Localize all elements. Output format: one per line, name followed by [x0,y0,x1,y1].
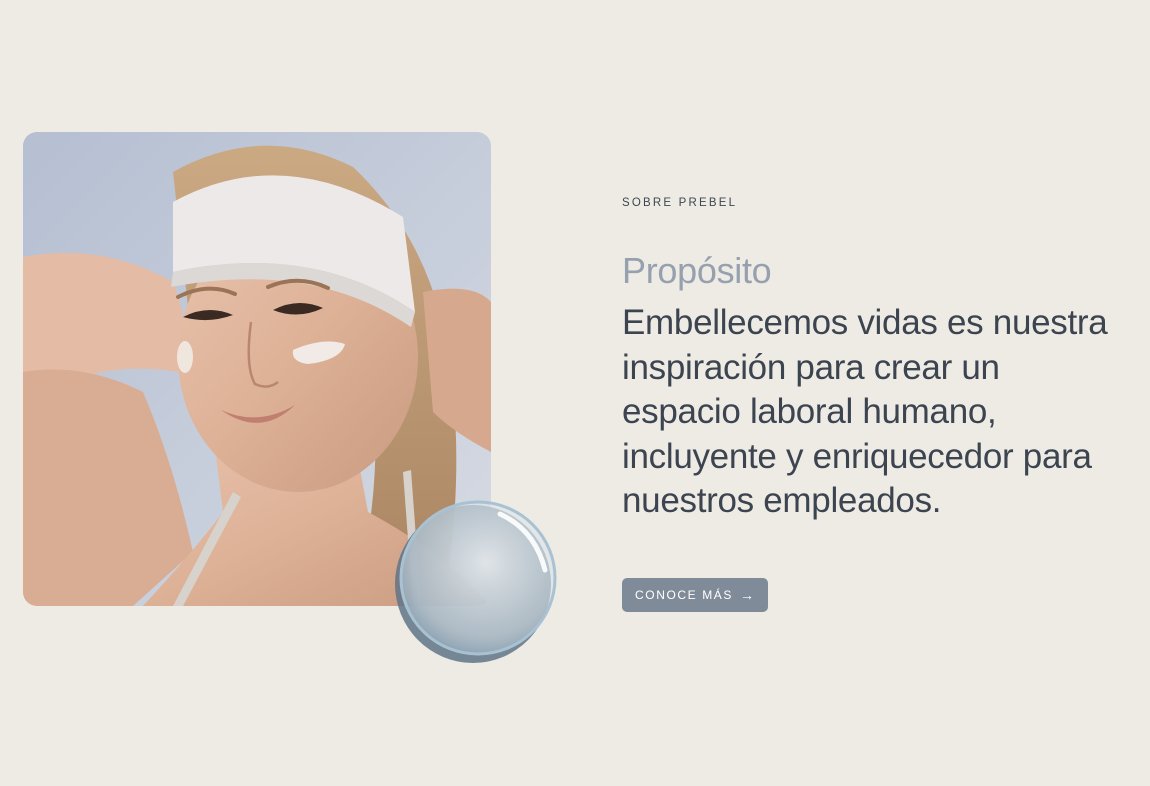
purpose-headline: Embellecemos vidas es nuestra inspiració… [622,303,1108,520]
section-title: Propósito [622,250,772,291]
serum-bubble-decoration [395,500,557,663]
learn-more-button[interactable]: CONOCE MÁS → [622,578,769,612]
arrow-right-icon: → [740,587,755,603]
learn-more-label: CONOCE MÁS [635,588,734,602]
section-eyebrow: SOBRE PREBEL [622,197,738,209]
